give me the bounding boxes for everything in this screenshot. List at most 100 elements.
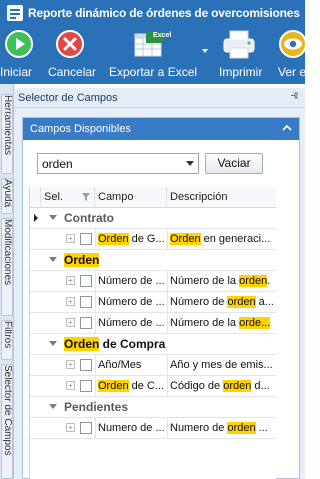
column-separator <box>95 292 96 312</box>
cell-text: Año y mes de emis... <box>170 359 273 371</box>
column-header-descripcion[interactable]: Descripción <box>167 187 276 208</box>
tab-herramientas[interactable]: Herramientas <box>1 94 13 174</box>
chevron-up-icon[interactable] <box>282 122 292 136</box>
clear-button[interactable]: Vaciar <box>205 153 263 174</box>
export-dropdown-arrow[interactable] <box>198 25 212 84</box>
title-bar: Reporte dinámico de órdenes de overcomis… <box>0 0 305 25</box>
column-separator <box>167 418 168 438</box>
group-row[interactable]: Orden de Compra <box>30 334 276 355</box>
group-row[interactable]: Pendientes <box>30 397 276 418</box>
column-separator <box>95 313 96 333</box>
select-checkbox[interactable] <box>80 380 92 392</box>
column-separator <box>167 313 168 333</box>
group-caption: Orden de Compra <box>64 334 165 354</box>
select-checkbox[interactable] <box>80 233 92 245</box>
chevron-down-icon[interactable] <box>186 161 194 166</box>
pin-icon[interactable] <box>290 91 299 103</box>
field-row[interactable]: + Número de ... Número de orden a... <box>30 292 276 313</box>
search-match-highlight: Orden <box>170 233 201 245</box>
group-caption: Pendientes <box>64 397 128 417</box>
dock-tab-strip: Herramientas Ayuda Modificaciones Filtro… <box>0 84 14 479</box>
column-separator <box>95 376 96 396</box>
column-separator <box>167 292 168 312</box>
filter-icon[interactable] <box>82 188 90 209</box>
descripcion-cell: Año y mes de emis... <box>170 355 276 375</box>
field-row[interactable]: + Orden de C... Código de orden d... <box>30 376 276 397</box>
field-search-value: orden <box>42 157 73 171</box>
expand-plus-icon[interactable]: + <box>66 276 75 285</box>
eye-icon <box>278 29 308 62</box>
tab-ayuda[interactable]: Ayuda <box>1 178 13 214</box>
tab-modificaciones[interactable]: Modificaciones <box>1 218 13 316</box>
cell-text: Código de <box>170 380 224 392</box>
cancel-button[interactable]: Cancelar <box>46 25 98 84</box>
group-row[interactable]: Contrato <box>30 208 276 229</box>
tab-filtros[interactable]: Filtros <box>1 320 13 360</box>
field-search-combo[interactable]: orden <box>37 153 199 174</box>
campo-cell: Número de ... <box>98 271 166 291</box>
field-row[interactable]: + Número de ... Número de la orden. <box>30 271 276 292</box>
column-header-sel[interactable]: Sel. <box>41 187 95 208</box>
cell-text: Número de ... <box>98 296 165 308</box>
pane-header: Selector de Campos <box>14 88 305 108</box>
select-checkbox[interactable] <box>80 422 92 434</box>
print-button[interactable]: Imprimir <box>214 25 270 84</box>
collapse-icon[interactable] <box>49 404 57 409</box>
field-row[interactable]: + Numero de ... Numero de orden ... <box>30 418 276 439</box>
view-button[interactable]: Ver e <box>276 25 308 84</box>
collapse-icon[interactable] <box>49 341 57 346</box>
group-caption-text: Orden <box>64 253 100 267</box>
cell-text: Número de <box>170 296 228 308</box>
column-separator <box>95 355 96 375</box>
search-match-highlight: orden <box>227 422 256 434</box>
cell-text: d... <box>251 380 270 392</box>
group-title: Campos Disponibles <box>30 123 131 135</box>
collapse-icon[interactable] <box>49 215 57 220</box>
column-separator <box>95 418 96 438</box>
group-caption-text: Contrato <box>64 211 114 225</box>
cell-text: . <box>267 275 271 287</box>
cell-text: Año/Mes <box>98 359 142 371</box>
pane-title: Selector de Campos <box>18 91 118 104</box>
tab-selector-de-campos[interactable]: Selector de Campos <box>1 364 13 479</box>
export-excel-button-label: Exportar a Excel <box>109 65 198 79</box>
campo-cell: Número de ... <box>98 292 166 312</box>
expand-plus-icon[interactable]: + <box>66 297 75 306</box>
window-title: Reporte dinámico de órdenes de overcomis… <box>28 5 300 20</box>
descripcion-cell: Orden en generaci... <box>170 229 276 249</box>
expand-plus-icon[interactable]: + <box>66 234 75 243</box>
search-match-highlight: orde... <box>239 317 271 329</box>
cancel-icon <box>55 29 85 62</box>
column-header-campo[interactable]: Campo <box>95 187 167 208</box>
campo-cell: Orden de C... <box>98 376 166 396</box>
printer-icon <box>222 30 256 63</box>
expand-plus-icon[interactable]: + <box>66 381 75 390</box>
expand-plus-icon[interactable]: + <box>66 360 75 369</box>
field-row[interactable]: + Número de ... Número de la orde... <box>30 313 276 334</box>
fields-grid: Sel. Campo Descripción Contrato + Orden de… <box>29 187 276 479</box>
start-button[interactable]: Iniciar <box>0 25 38 84</box>
cell-text: de G... <box>128 233 165 245</box>
select-checkbox[interactable] <box>80 296 92 308</box>
grid-corner <box>30 187 41 208</box>
expand-plus-icon[interactable]: + <box>66 318 75 327</box>
expand-plus-icon[interactable]: + <box>66 423 75 432</box>
cell-text: Número de la <box>170 275 240 287</box>
cancel-button-label: Cancelar <box>48 65 97 79</box>
select-checkbox[interactable] <box>80 275 92 287</box>
cell-text: ... <box>255 422 268 434</box>
search-match-highlight: orden <box>227 296 256 308</box>
cell-text: en generaci... <box>200 233 271 245</box>
column-separator <box>95 271 96 291</box>
field-row[interactable]: + Orden de G... Orden en generaci... <box>30 229 276 250</box>
export-excel-button[interactable]: Excel Exportar a Excel <box>108 25 206 84</box>
cell-text: a... <box>255 296 274 308</box>
field-row[interactable]: + Año/Mes Año y mes de emis... <box>30 355 276 376</box>
select-checkbox[interactable] <box>80 359 92 371</box>
group-header[interactable]: Campos Disponibles <box>23 118 299 140</box>
ribbon-toolbar: Iniciar Cancelar Excel Exportar a Excel … <box>0 25 308 84</box>
select-checkbox[interactable] <box>80 317 92 329</box>
search-match-highlight: Orden <box>98 380 129 392</box>
group-row[interactable]: Orden <box>30 250 276 271</box>
collapse-icon[interactable] <box>49 257 57 262</box>
